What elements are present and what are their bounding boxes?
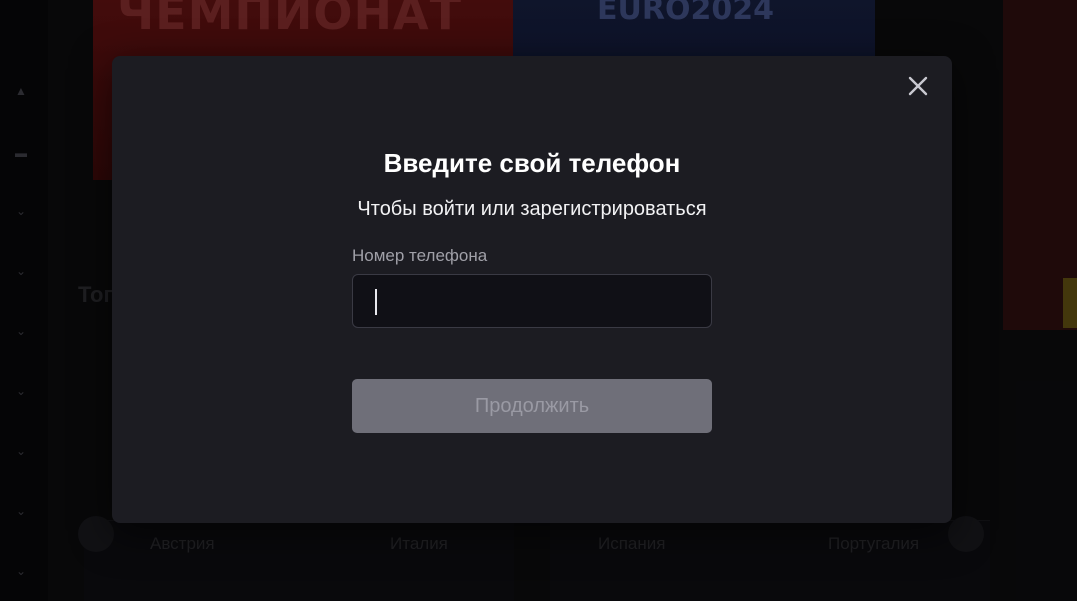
- login-modal: Введите свой телефон Чтобы войти или зар…: [112, 56, 952, 523]
- phone-field-label: Номер телефона: [352, 246, 488, 265]
- phone-field[interactable]: [352, 274, 712, 328]
- close-icon: [908, 76, 928, 96]
- continue-button[interactable]: Продолжить: [352, 379, 712, 433]
- modal-title: Введите свой телефон: [383, 148, 681, 178]
- modal-subtitle: Чтобы войти или зарегистрироваться: [357, 198, 707, 220]
- page: ▲ ▬ ⌄ ⌄ ⌄ ⌄ ⌄ ⌄ ⌄ ЧЕМПИОНАТ EURO2024 Топ…: [0, 0, 1077, 601]
- phone-input[interactable]: [353, 275, 711, 327]
- text-caret: [375, 289, 377, 315]
- close-button[interactable]: [906, 74, 930, 98]
